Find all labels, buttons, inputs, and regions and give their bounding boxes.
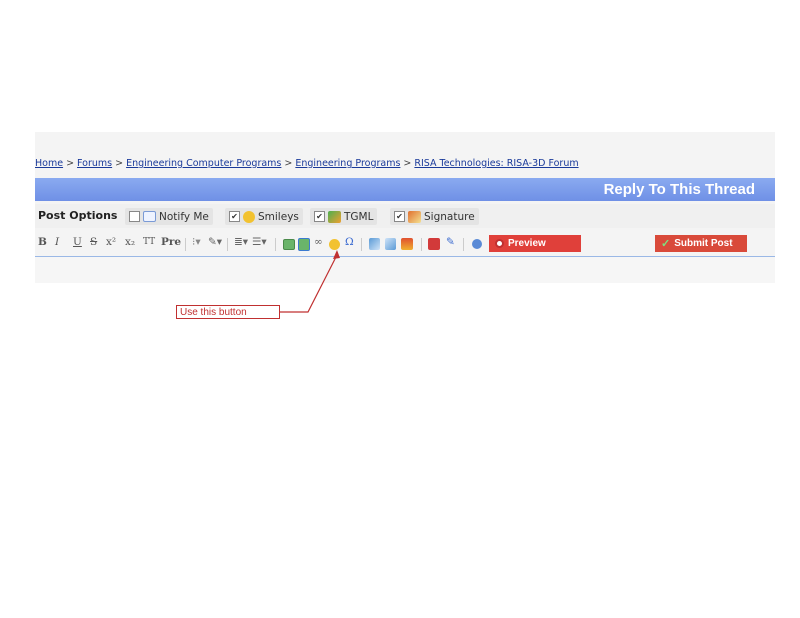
annotation-callout: Use this button [176,305,280,319]
submit-post-label: Submit Post [674,238,733,249]
superscript-button[interactable]: x² [106,236,116,248]
smiley-icon [243,210,255,223]
tag-icon[interactable]: ✎ [446,236,455,248]
italic-button[interactable]: I [55,236,59,248]
breadcrumb-separator: > [115,158,124,169]
strikethrough-button[interactable]: S [90,236,97,248]
list-dropdown-icon[interactable]: ☰▾ [252,236,267,248]
preview-label: Preview [508,238,546,249]
editor-toolbar: B I U S x² x₂ TT Pre ⁝▾ ✎▾ ≣▾ ☰▾ ∞ Ω ✎ P… [35,232,775,256]
signature-label: Signature [424,210,475,223]
breadcrumb-engineering-programs[interactable]: Engineering Programs [295,158,400,169]
paste-icon[interactable] [385,238,396,250]
annotation-arrow [280,250,340,313]
link-icon[interactable]: ∞ [314,236,323,248]
post-options-bar: Post Options Notify Me ✔ Smileys ✔ TGML … [35,204,775,228]
breadcrumb-separator: > [66,158,75,169]
pencil-color-icon[interactable]: ✎▾ [208,236,222,248]
subscript-button[interactable]: x₂ [125,236,135,248]
toolbar-divider [463,238,464,251]
font-size-dropdown-icon[interactable]: ⁝▾ [192,236,201,248]
smileys-checkbox[interactable]: ✔ [229,211,240,222]
toolbar-divider [361,238,362,251]
notify-me-label: Notify Me [159,210,209,223]
breadcrumb-risa-forum[interactable]: RISA Technologies: RISA-3D Forum [414,158,578,169]
breadcrumb-home[interactable]: Home [35,158,63,169]
notify-me-option[interactable]: Notify Me [125,208,213,225]
editor-area[interactable] [35,256,775,283]
page-title: Reply To This Thread [603,181,755,198]
submit-post-button[interactable]: ✓ Submit Post [655,235,747,252]
signature-option[interactable]: ✔ Signature [390,208,479,225]
smileys-option[interactable]: ✔ Smileys [225,208,303,225]
toolbar-divider [275,238,276,251]
signature-checkbox[interactable]: ✔ [394,211,405,222]
bold-button[interactable]: B [38,236,47,248]
breadcrumb: Home > Forums > Engineering Computer Program… [35,158,579,169]
breadcrumb-engineering-computer-programs[interactable]: Engineering Computer Programs [126,158,281,169]
attachment-icon[interactable] [298,238,310,251]
help-icon[interactable] [472,239,482,249]
checkmark-icon: ✓ [661,238,671,250]
align-dropdown-icon[interactable]: ≣▾ [234,236,248,248]
toolbar-divider [421,238,422,251]
gift-icon[interactable] [401,238,413,250]
signature-icon [408,210,421,223]
preview-button[interactable]: Preview [489,235,581,252]
video-icon[interactable] [428,238,440,250]
pre-button[interactable]: Pre [161,236,181,248]
tgml-label: TGML [344,210,374,223]
tgml-icon [328,210,341,223]
toolbar-divider [227,238,228,251]
breadcrumb-separator: > [403,158,412,169]
envelope-icon [143,211,156,222]
eye-icon [495,239,504,248]
teletype-button[interactable]: TT [143,237,155,247]
tgml-option[interactable]: ✔ TGML [310,208,378,225]
reply-header-bar: Reply To This Thread [35,178,775,201]
breadcrumb-forums[interactable]: Forums [77,158,112,169]
notify-me-checkbox[interactable] [129,211,140,222]
breadcrumb-separator: > [284,158,293,169]
smiley-insert-icon[interactable] [329,239,340,250]
copy-icon[interactable] [369,238,380,250]
image-icon[interactable] [283,239,295,250]
post-options-label: Post Options [38,209,118,222]
tgml-checkbox[interactable]: ✔ [314,211,325,222]
special-character-button[interactable]: Ω [345,236,354,248]
toolbar-divider [185,238,186,251]
underline-button[interactable]: U [73,236,82,248]
smileys-label: Smileys [258,210,299,223]
